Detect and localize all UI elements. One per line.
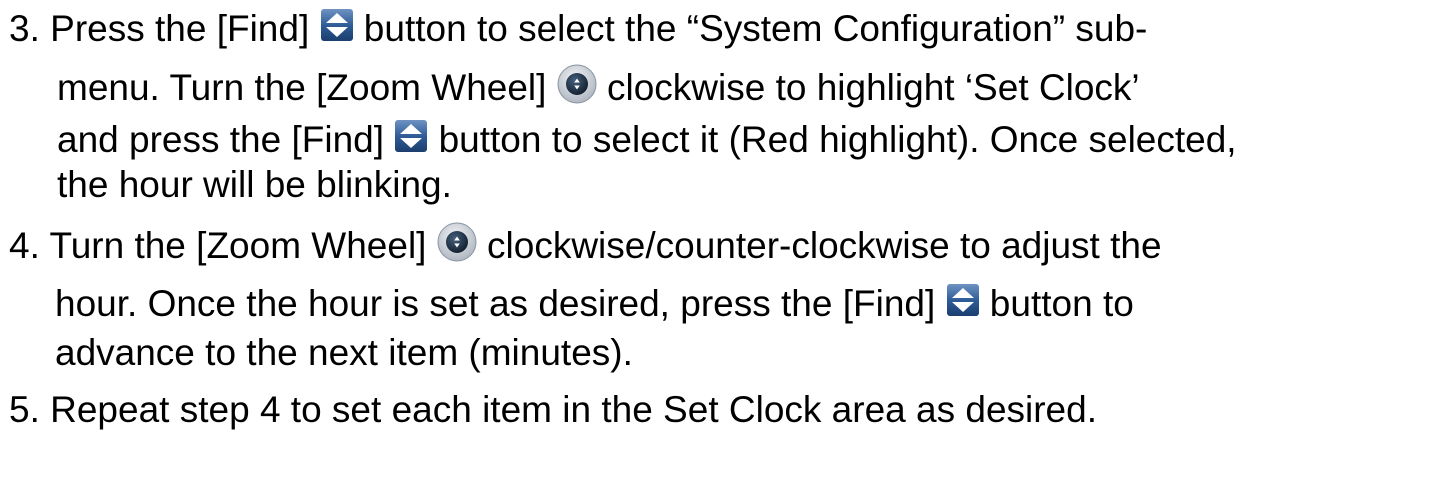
step-4-line-1: 4. Turn the [Zoom Wheel] clockwise/count…: [9, 222, 1162, 274]
step-3-line-1-text-b: button to select the “System Configurati…: [353, 8, 1148, 49]
step-4-line-2-text-b: button to: [979, 283, 1134, 324]
find-button-icon: [394, 119, 428, 153]
find-button-icon: [320, 8, 354, 42]
step-3-line-4: the hour will be blinking.: [57, 163, 452, 213]
step-5-line-1-text: 5. Repeat step 4 to set each item in the…: [9, 389, 1097, 430]
zoom-wheel-icon: [557, 64, 597, 104]
find-button-icon: [946, 283, 980, 317]
step-4-line-3: advance to the next item (minutes).: [55, 331, 633, 381]
step-3-line-1: 3. Press the [Find] button to select the…: [9, 7, 1147, 57]
step-3-line-3-text-a: and press the [Find]: [57, 119, 395, 160]
step-3-line-2-text-b: clockwise to highlight ‘Set Clock’: [596, 67, 1140, 108]
zoom-wheel-icon: [437, 222, 477, 262]
step-3-line-3: and press the [Find] button to select it…: [57, 118, 1237, 168]
step-4-line-1-text-a: 4. Turn the [Zoom Wheel]: [9, 225, 437, 266]
step-4-line-3-text: advance to the next item (minutes).: [55, 332, 633, 373]
step-3-line-2: menu. Turn the [Zoom Wheel] clockwise to…: [57, 64, 1140, 116]
step-4-line-2: hour. Once the hour is set as desired, p…: [55, 282, 1134, 332]
step-4-line-2-text-a: hour. Once the hour is set as desired, p…: [55, 283, 946, 324]
step-3-line-3-text-b: button to select it (Red highlight). Onc…: [428, 119, 1237, 160]
step-3-line-4-text: the hour will be blinking.: [57, 164, 452, 205]
step-3-line-2-text-a: menu. Turn the [Zoom Wheel]: [57, 67, 557, 108]
step-4-line-1-text-b: clockwise/counter-clockwise to adjust th…: [476, 225, 1162, 266]
step-3-line-1-text-a: 3. Press the [Find]: [9, 8, 320, 49]
step-5-line-1: 5. Repeat step 4 to set each item in the…: [9, 388, 1097, 438]
